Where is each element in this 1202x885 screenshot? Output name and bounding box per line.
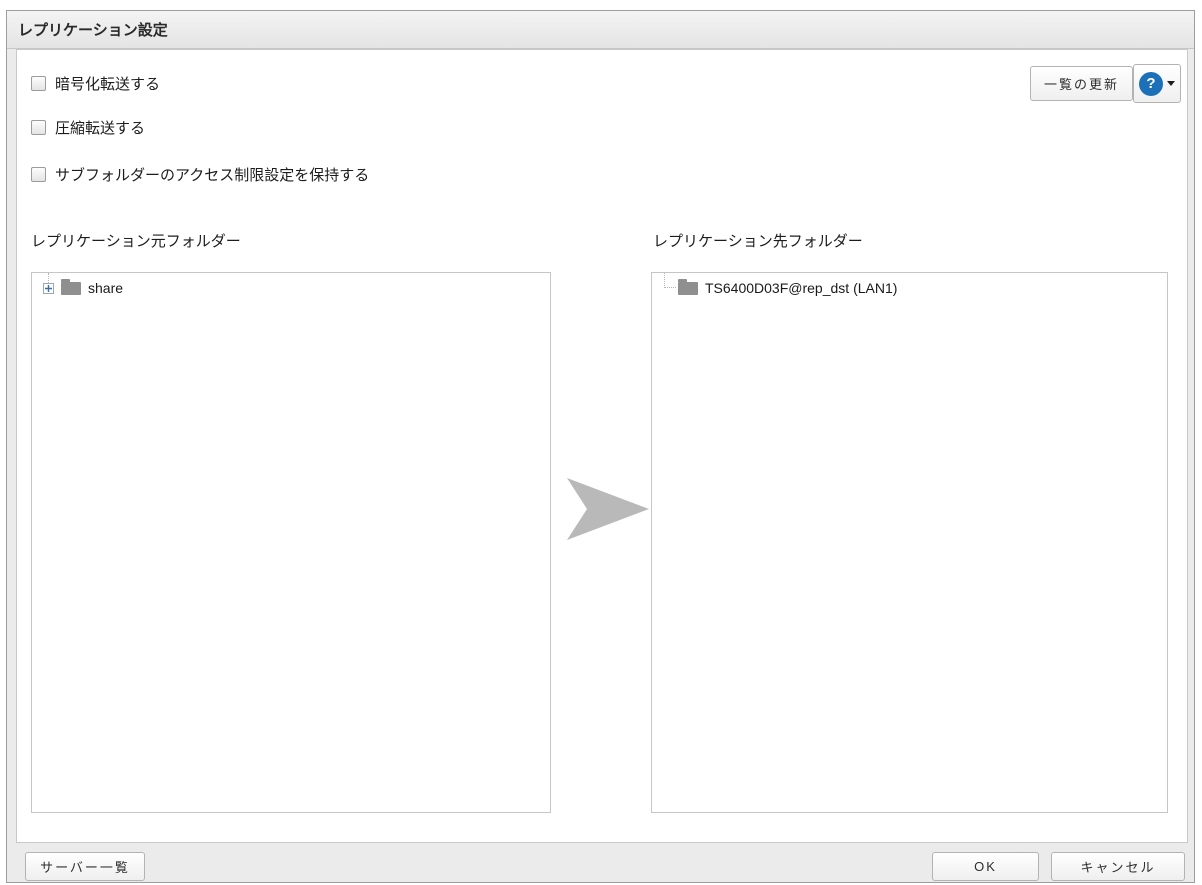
encrypt-transfer-option[interactable]: 暗号化転送する bbox=[31, 73, 160, 94]
keep-subfolder-acl-checkbox[interactable] bbox=[31, 167, 46, 182]
compress-transfer-checkbox[interactable] bbox=[31, 120, 46, 135]
help-button[interactable]: ? bbox=[1133, 64, 1181, 103]
replication-direction-arrow-icon bbox=[567, 478, 649, 540]
tree-line bbox=[664, 273, 676, 288]
replication-settings-dialog: レプリケーション設定 暗号化転送する 圧縮転送する サブフォルダーのアクセス制限… bbox=[6, 10, 1195, 883]
dialog-content: 暗号化転送する 圧縮転送する サブフォルダーのアクセス制限設定を保持する 一覧の… bbox=[16, 49, 1188, 843]
source-node-label[interactable]: share bbox=[88, 278, 123, 298]
caret-down-icon bbox=[1167, 81, 1175, 86]
dialog-footer: サーバー一覧 OK キャンセル bbox=[7, 843, 1194, 883]
encrypt-transfer-checkbox[interactable] bbox=[31, 76, 46, 91]
source-folder-tree: share bbox=[31, 272, 551, 813]
dialog-title: レプリケーション設定 bbox=[18, 19, 168, 40]
folder-icon bbox=[61, 282, 81, 295]
cancel-button[interactable]: キャンセル bbox=[1051, 852, 1185, 881]
ok-button[interactable]: OK bbox=[932, 852, 1039, 881]
plus-icon bbox=[45, 285, 52, 292]
tree-line bbox=[48, 273, 49, 283]
keep-subfolder-acl-option[interactable]: サブフォルダーのアクセス制限設定を保持する bbox=[31, 164, 369, 185]
dest-panel-label: レプリケーション先フォルダー bbox=[653, 230, 863, 251]
keep-subfolder-acl-label[interactable]: サブフォルダーのアクセス制限設定を保持する bbox=[55, 164, 369, 185]
encrypt-transfer-label[interactable]: 暗号化転送する bbox=[55, 73, 160, 94]
refresh-list-button[interactable]: 一覧の更新 bbox=[1030, 66, 1133, 101]
compress-transfer-label[interactable]: 圧縮転送する bbox=[55, 117, 145, 138]
server-list-button[interactable]: サーバー一覧 bbox=[25, 852, 145, 881]
dest-node-label[interactable]: TS6400D03F@rep_dst (LAN1) bbox=[705, 278, 897, 298]
tree-item-destination[interactable]: TS6400D03F@rep_dst (LAN1) bbox=[652, 273, 1167, 305]
dialog-title-bar: レプリケーション設定 bbox=[7, 11, 1194, 49]
dest-folder-tree: TS6400D03F@rep_dst (LAN1) bbox=[651, 272, 1168, 813]
compress-transfer-option[interactable]: 圧縮転送する bbox=[31, 117, 145, 138]
tree-item-share[interactable]: share bbox=[32, 273, 550, 305]
expand-plus-icon[interactable] bbox=[43, 283, 54, 294]
question-mark-icon: ? bbox=[1139, 72, 1163, 96]
source-panel-label: レプリケーション元フォルダー bbox=[31, 230, 241, 251]
folder-icon bbox=[678, 282, 698, 295]
